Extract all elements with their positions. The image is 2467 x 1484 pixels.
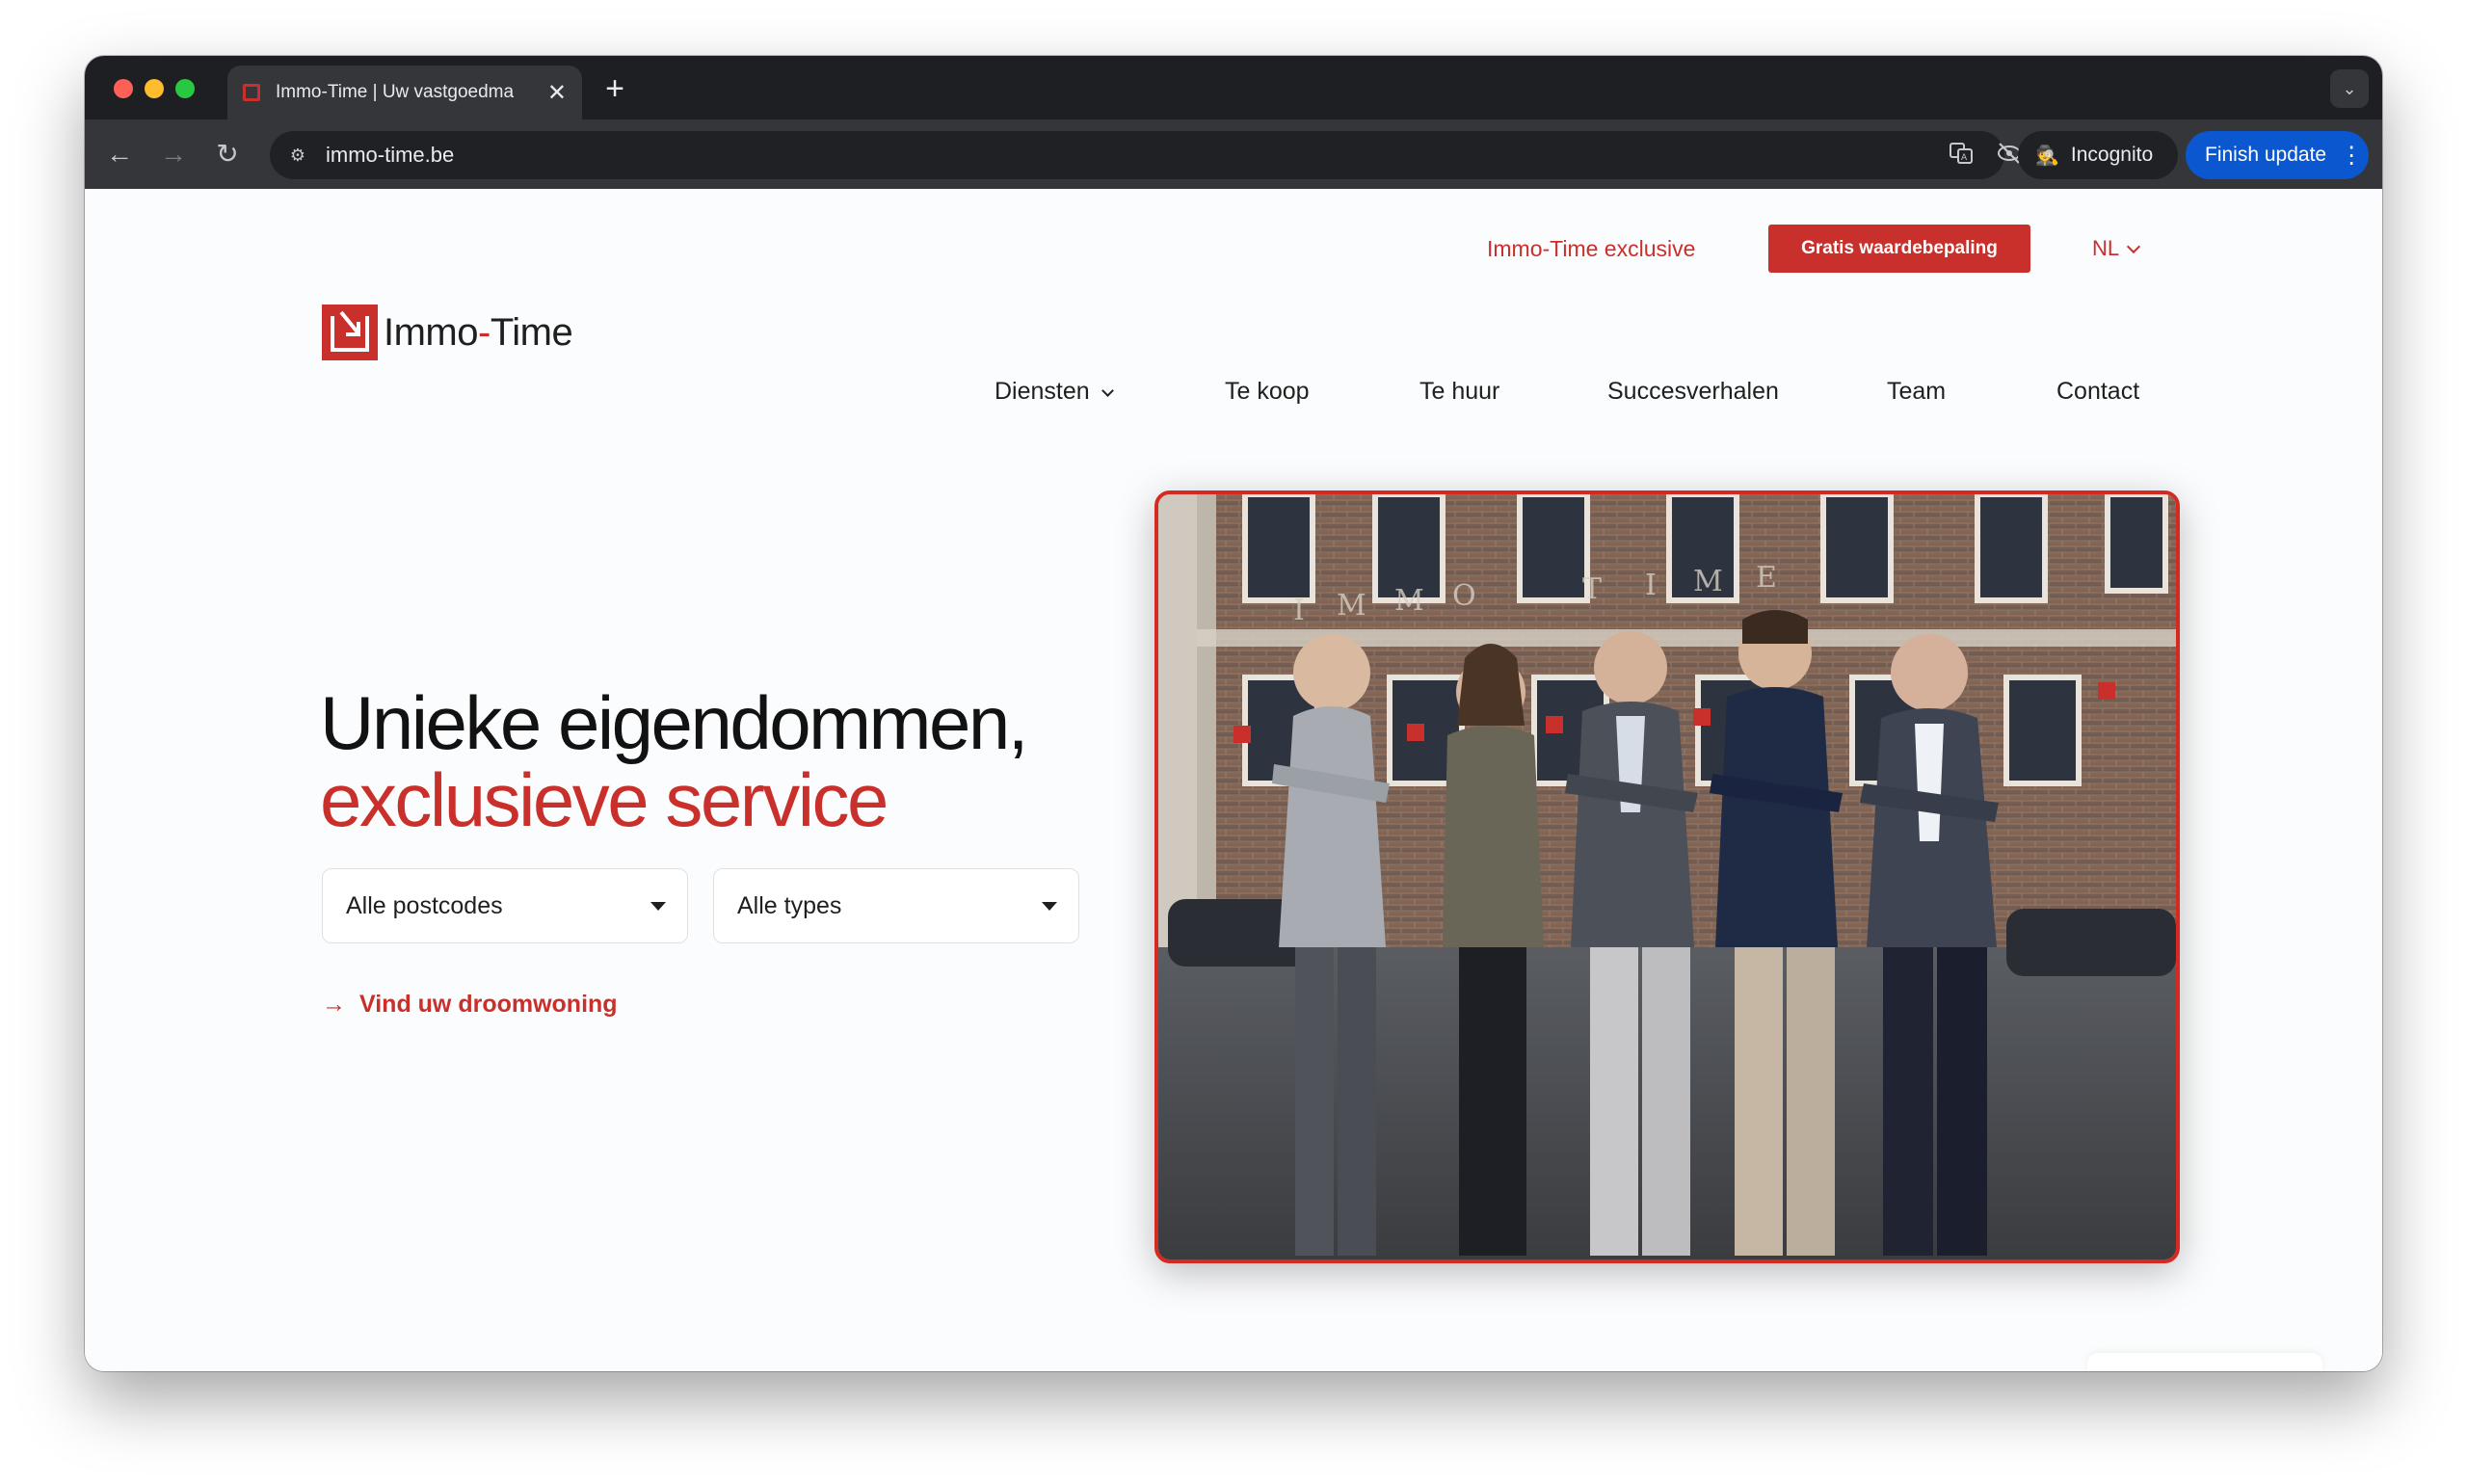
- hero-title-line-2: exclusieve service: [320, 757, 889, 842]
- language-selector[interactable]: NL: [2092, 236, 2141, 261]
- incognito-indicator[interactable]: 🕵 Incognito: [2018, 131, 2178, 179]
- nav-succesverhalen[interactable]: Succesverhalen: [1607, 378, 1779, 406]
- browser-toolbar: ← → ↻ ⚙ immo-time.be A ☆ 🕵 Incognito Fin…: [85, 119, 2382, 189]
- site-settings-icon[interactable]: ⚙: [283, 141, 312, 170]
- nav-team[interactable]: Team: [1887, 378, 1946, 406]
- svg-text:M: M: [1337, 589, 1366, 623]
- tab-strip: Immo-Time | Uw vastgoedma ✕ + ⌄: [85, 56, 2382, 119]
- logo-word-2: Time: [490, 310, 573, 354]
- finish-update-label: Finish update: [2205, 144, 2327, 166]
- address-bar[interactable]: ⚙ immo-time.be A ☆: [270, 131, 2070, 179]
- tab-immo-time[interactable]: Immo-Time | Uw vastgoedma ✕: [227, 66, 582, 119]
- browser-window: Immo-Time | Uw vastgoedma ✕ + ⌄ ← → ↻ ⚙ …: [85, 56, 2382, 1371]
- tab-search-chevron-icon[interactable]: ⌄: [2330, 69, 2369, 108]
- team-photo-image: IMMO TIME: [1158, 494, 2176, 1259]
- close-window-button[interactable]: [114, 79, 133, 98]
- arrow-right-icon: →: [322, 991, 346, 1018]
- logo-wordmark: Immo-Time: [384, 310, 573, 355]
- hero-title-line-1: Unieke eigendommen,: [320, 680, 1028, 765]
- svg-text:I: I: [1293, 594, 1305, 627]
- incognito-icon: 🕵: [2035, 145, 2059, 167]
- url-text[interactable]: immo-time.be: [326, 143, 454, 168]
- nav-te-koop[interactable]: Te koop: [1225, 378, 1310, 406]
- nav-te-huur[interactable]: Te huur: [1419, 378, 1499, 406]
- tab-close-icon[interactable]: ✕: [547, 79, 567, 107]
- translate-icon[interactable]: A: [1947, 141, 1976, 170]
- maximize-window-button[interactable]: [175, 79, 195, 98]
- find-dream-home-link[interactable]: → Vind uw droomwoning: [322, 991, 618, 1019]
- more-menu-icon[interactable]: ⋮: [2340, 142, 2363, 170]
- find-dream-home-label: Vind uw droomwoning: [359, 991, 618, 1018]
- new-tab-button[interactable]: +: [596, 69, 634, 108]
- webpage: Immo-Time exclusive Gratis waardebepalin…: [85, 189, 2382, 1371]
- free-valuation-button[interactable]: Gratis waardebepaling: [1768, 225, 2030, 273]
- team-photo: IMMO TIME: [1154, 490, 2180, 1263]
- incognito-label: Incognito: [2070, 144, 2154, 166]
- forward-button[interactable]: →: [154, 135, 193, 173]
- favicon-icon: [243, 84, 260, 101]
- logo-mark-icon: [322, 305, 378, 360]
- nav-diensten-label: Diensten: [995, 378, 1090, 405]
- tab-title: Immo-Time | Uw vastgoedma: [276, 82, 515, 102]
- svg-text:I: I: [1645, 569, 1657, 602]
- svg-text:T: T: [1582, 572, 1602, 606]
- language-label: NL: [2092, 236, 2120, 260]
- chevron-down-icon: [1101, 384, 1114, 397]
- finish-update-button[interactable]: Finish update ⋮: [2186, 131, 2369, 179]
- reload-button[interactable]: ↻: [208, 135, 247, 173]
- site-logo[interactable]: Immo-Time: [322, 305, 573, 360]
- chevron-down-icon: [2127, 239, 2141, 254]
- nav-diensten[interactable]: Diensten: [995, 378, 1114, 406]
- type-select-value: Alle types: [737, 892, 842, 919]
- type-select[interactable]: Alle types: [713, 868, 1079, 943]
- hero-title: Unieke eigendommen, exclusieve service: [320, 684, 1028, 842]
- svg-text:M: M: [1693, 565, 1723, 598]
- logo-dash: -: [478, 310, 491, 354]
- caret-down-icon: [650, 902, 666, 911]
- postcode-select[interactable]: Alle postcodes: [322, 868, 688, 943]
- floating-widget[interactable]: [2087, 1353, 2322, 1371]
- svg-text:E: E: [1756, 561, 1777, 595]
- exclusive-link[interactable]: Immo-Time exclusive: [1487, 236, 1695, 262]
- caret-down-icon: [1042, 902, 1057, 911]
- postcode-select-value: Alle postcodes: [346, 892, 503, 919]
- minimize-window-button[interactable]: [145, 79, 164, 98]
- svg-text:A: A: [1961, 153, 1968, 163]
- logo-word-1: Immo: [384, 310, 479, 354]
- svg-text:O: O: [1452, 579, 1476, 613]
- svg-text:M: M: [1394, 584, 1424, 618]
- back-button[interactable]: ←: [100, 135, 139, 173]
- nav-contact[interactable]: Contact: [2056, 378, 2139, 406]
